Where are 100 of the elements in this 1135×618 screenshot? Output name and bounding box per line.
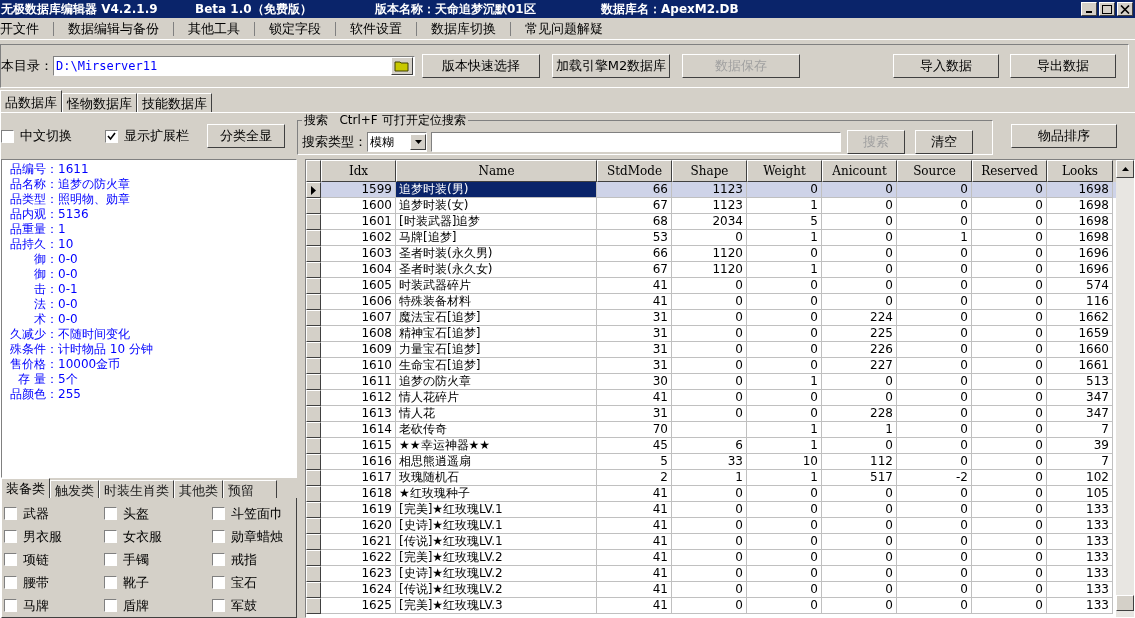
tab[interactable]: 技能数据库	[137, 93, 212, 112]
table-row[interactable]: 1607 魔法宝石[追梦] 31 0 0 224 0 0 1662	[306, 310, 1116, 326]
close-button[interactable]	[1117, 2, 1133, 16]
column-header[interactable]: Shape	[672, 160, 747, 182]
folder-button[interactable]	[391, 57, 413, 75]
search-field[interactable]	[431, 131, 841, 152]
table-cell: 0	[972, 598, 1047, 614]
scroll-thumb[interactable]	[1116, 595, 1134, 611]
checkbox[interactable]	[104, 576, 117, 589]
checkbox[interactable]	[4, 530, 17, 543]
menu-item[interactable]: 其他工具	[188, 18, 240, 39]
info-label: 久减少：	[9, 327, 58, 342]
column-header[interactable]: Weight	[747, 160, 822, 182]
checkbox[interactable]	[4, 576, 17, 589]
table-row[interactable]: 1625 [完美]★红玫瑰LV.3 41 0 0 0 0 0 133	[306, 598, 1116, 614]
info-label: 品内观：	[9, 207, 58, 222]
window-title: 数据库名：ApexM2.DB	[601, 1, 739, 18]
checkbox[interactable]	[104, 599, 117, 612]
table-row[interactable]: 1605 时装武器碎片 41 0 0 0 0 0 574	[306, 278, 1116, 294]
checkbox[interactable]	[105, 129, 118, 143]
table-row[interactable]: 1610 生命宝石[追梦] 31 0 0 227 0 0 1661	[306, 358, 1116, 374]
maximize-button[interactable]	[1099, 2, 1115, 16]
table-row[interactable]: 1614 老砍传奇 70 1 1 0 0 7	[306, 422, 1116, 438]
minimize-button[interactable]	[1081, 2, 1097, 16]
checkbox[interactable]	[212, 576, 225, 589]
table-row[interactable]: 1613 情人花 31 0 0 228 0 0 347	[306, 406, 1116, 422]
checkbox-label: 显示扩展栏	[124, 127, 189, 146]
checkbox[interactable]	[1, 129, 14, 143]
checkbox[interactable]	[4, 507, 17, 520]
search-legend: 搜索 Ctrl+F 可打开定位搜索	[302, 111, 468, 129]
category-tab[interactable]: 其他类	[174, 480, 223, 498]
table-row[interactable]: 1603 圣者时装(永久男) 66 1120 0 0 0 0 1696	[306, 246, 1116, 262]
info-label: 存 量：	[17, 372, 58, 387]
table-row[interactable]: 1622 [完美]★红玫瑰LV.2 41 0 0 0 0 0 133	[306, 550, 1116, 566]
table-row[interactable]: 1602 马牌[追梦] 53 0 1 0 1 0 1698	[306, 230, 1116, 246]
tab[interactable]: 怪物数据库	[62, 93, 137, 112]
show-all-button[interactable]: 分类全显	[207, 124, 285, 148]
table-row[interactable]: 1618 ★红玫瑰种子 41 0 0 0 0 0 105	[306, 486, 1116, 502]
info-label: 品类型：	[9, 192, 58, 207]
tab[interactable]: 品数据库	[0, 90, 62, 112]
checkbox[interactable]	[104, 553, 117, 566]
sort-button[interactable]: 物品排序	[1011, 124, 1117, 148]
checkbox[interactable]	[4, 599, 17, 612]
scrollbar[interactable]	[1116, 160, 1134, 617]
menu-item[interactable]: 数据库切换	[431, 18, 496, 39]
menu-item[interactable]: 数据编辑与备份	[68, 18, 159, 39]
menu-item[interactable]: 锁定字段	[269, 18, 321, 39]
clear-button[interactable]: 清空	[915, 129, 973, 154]
info-label: 御：	[33, 267, 58, 282]
column-header[interactable]: Name	[396, 160, 597, 182]
table-row[interactable]: 1619 [完美]★红玫瑰LV.1 41 0 0 0 0 0 133	[306, 502, 1116, 518]
info-label: 品持久：	[9, 237, 58, 252]
table-row[interactable]: 1600 追梦时装(女) 67 1123 1 0 0 0 1698	[306, 198, 1116, 214]
column-header[interactable]: Looks	[1047, 160, 1113, 182]
table-row[interactable]: 1616 相思熊逍遥扇 5 33 10 112 0 0 7	[306, 454, 1116, 470]
menu-item[interactable]: 软件设置	[350, 18, 402, 39]
info-label: 术：	[33, 312, 58, 327]
table-row[interactable]: 1608 精神宝石[追梦] 31 0 0 225 0 0 1659	[306, 326, 1116, 342]
info-label: 售价格：	[9, 357, 58, 372]
column-header[interactable]: Source	[897, 160, 972, 182]
table-row[interactable]: 1609 力量宝石[追梦] 31 0 0 226 0 0 1660	[306, 342, 1116, 358]
category-tab[interactable]: 预留	[223, 480, 277, 498]
search-type-dropdown[interactable]: 模糊	[367, 131, 427, 152]
checkbox[interactable]	[212, 599, 225, 612]
table-row[interactable]: 1606 特殊装备材料 41 0 0 0 0 0 116	[306, 294, 1116, 310]
table-row[interactable]: 1623 [史诗]★红玫瑰LV.2 41 0 0 0 0 0 133	[306, 566, 1116, 582]
info-label: 品颜色：	[9, 387, 58, 402]
path-field[interactable]: D:\Mirserver11	[53, 56, 415, 76]
toolbar-button[interactable]: 加载引擎M2数据库	[552, 54, 670, 78]
checkbox[interactable]	[104, 530, 117, 543]
info-value: 10	[58, 237, 74, 252]
menu-item[interactable]: 开文件	[0, 18, 39, 39]
checkbox-label: 马牌	[23, 596, 49, 615]
table-row[interactable]: 1620 [史诗]★红玫瑰LV.1 41 0 0 0 0 0 133	[306, 518, 1116, 534]
table-row[interactable]: 1611 追梦の防火章 30 0 1 0 0 0 513	[306, 374, 1116, 390]
table-row[interactable]: 1612 情人花碎片 41 0 0 0 0 0 347	[306, 390, 1116, 406]
checkbox[interactable]	[212, 553, 225, 566]
checkbox[interactable]	[212, 530, 225, 543]
table-row[interactable]: 1621 [传说]★红玫瑰LV.1 41 0 0 0 0 0 133	[306, 534, 1116, 550]
table-row[interactable]: 1604 圣者时装(永久女) 67 1120 1 0 0 0 1696	[306, 262, 1116, 278]
search-type-label: 搜索类型：	[302, 132, 367, 151]
menu-item[interactable]: 常见问题解疑	[525, 18, 603, 39]
column-header[interactable]: Reserved	[972, 160, 1047, 182]
column-header[interactable]: StdMode	[597, 160, 672, 182]
checkbox[interactable]	[4, 553, 17, 566]
checkbox[interactable]	[104, 507, 117, 520]
table-row[interactable]: 1617 玫瑰随机石 2 1 1 517 -2 0 102	[306, 470, 1116, 486]
column-header[interactable]: Anicount	[822, 160, 897, 182]
table-row[interactable]: 1599 追梦时装(男) 66 1123 0 0 0 0 1698	[306, 182, 1116, 198]
toolbar-button[interactable]: 导入数据	[893, 54, 999, 78]
toolbar-button[interactable]: 导出数据	[1010, 54, 1116, 78]
toolbar-button[interactable]: 版本快速选择	[422, 54, 540, 78]
table-row[interactable]: 1624 [传说]★红玫瑰LV.2 41 0 0 0 0 0 133	[306, 582, 1116, 598]
checkbox[interactable]	[212, 507, 225, 520]
category-tab[interactable]: 装备类	[1, 478, 50, 498]
category-tab[interactable]: 触发类	[50, 480, 99, 498]
category-tab[interactable]: 时装生肖类	[99, 480, 174, 498]
table-row[interactable]: 1615 ★★幸运神器★★ 45 6 1 0 0 0 39	[306, 438, 1116, 454]
table-row[interactable]: 1601 [时装武器]追梦 68 2034 5 0 0 0 1698	[306, 214, 1116, 230]
column-header[interactable]: Idx	[321, 160, 396, 182]
